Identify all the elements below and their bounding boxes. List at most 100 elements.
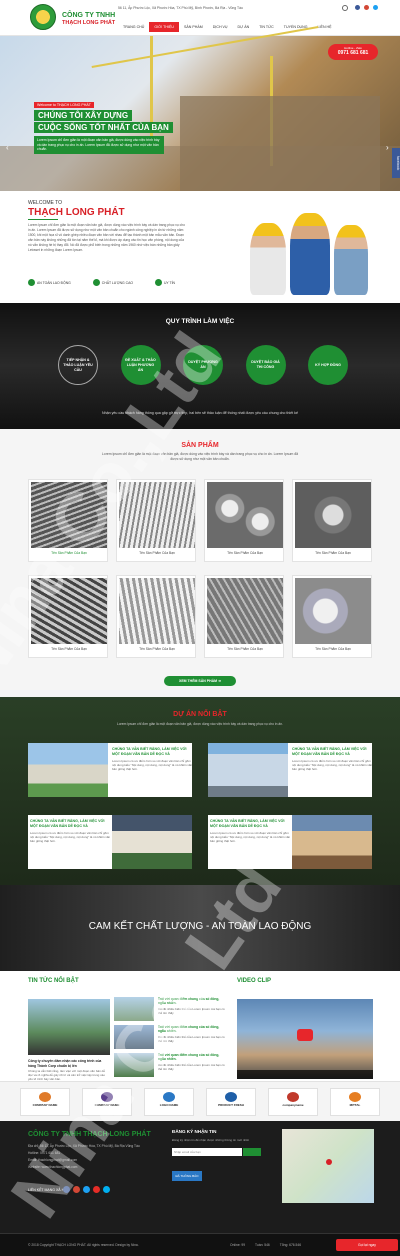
footer-socials [63, 1186, 110, 1193]
news-main-image[interactable] [28, 999, 110, 1055]
video-player[interactable] [237, 999, 373, 1079]
product-name[interactable]: Tên Sản Phẩm Của Bạn [117, 551, 197, 555]
process-step[interactable]: DUYỆT BÁO GIÁ THI CÔNG [245, 345, 286, 385]
nav-item-about[interactable]: GIỚI THIỆU [149, 22, 179, 32]
product-card[interactable]: Tên Sản Phẩm Của Bạn [28, 479, 108, 562]
product-image [295, 482, 371, 548]
facebook-tab[interactable]: facebook [392, 148, 400, 178]
footer-social-label: LIÊN KẾT MẠNG XÃ HỘI [28, 1188, 68, 1192]
news-main-desc: Chúng ta vẫn biết rằng, làm việc với một… [28, 1069, 106, 1081]
footer-website[interactable]: Website: www.thachlongphat.com [28, 1164, 168, 1171]
footer-map[interactable] [282, 1129, 374, 1203]
more-products-button[interactable]: XEM THÊM SẢN PHẨM ➜ [164, 676, 236, 686]
twitter-icon[interactable] [83, 1186, 90, 1193]
projects-title: DỰ ÁN NỔI BẬT [173, 711, 227, 718]
product-card[interactable]: Tên Sản Phẩm Của Bạn [28, 575, 108, 658]
twitter-icon[interactable] [373, 5, 378, 10]
product-name[interactable]: Tên Sản Phẩm Của Bạn [293, 647, 373, 651]
partner-logo[interactable]: companyname [268, 1088, 318, 1116]
facebook-icon[interactable] [63, 1186, 70, 1193]
product-name[interactable]: Tên Sản Phẩm Của Bạn [29, 647, 109, 651]
project-title[interactable]: CHÚNG TA VẪN BIẾT RẰNG, LÀM VIỆC VỚI MỘT… [292, 747, 374, 757]
page: CÔNG TY TNHH THẠCH LONG PHÁT 56 11, Ấp P… [0, 0, 400, 1256]
nav-item-news[interactable]: TIN TỨC [254, 22, 279, 32]
footer-email[interactable]: Email: thachlongphat@gmail.com [28, 1157, 168, 1164]
stat-online: Online: 99 [230, 1243, 246, 1247]
project-title[interactable]: CHÚNG TA VẪN BIẾT RẰNG, LÀM VIỆC VỚI MỘT… [112, 747, 194, 757]
copyright: © 2018 Copyright THẠCH LONG PHÁT. All ri… [28, 1243, 139, 1247]
product-card[interactable]: Tên Sản Phẩm Của Bạn [292, 479, 372, 562]
skype-icon[interactable] [103, 1186, 110, 1193]
process-step[interactable]: DUYỆT PHƯƠNG ÁN [183, 345, 223, 385]
feature-safety: AN TOÀN LAO ĐỘNG [28, 279, 71, 286]
project-card[interactable]: CHÚNG TA VẪN BIẾT RẰNG, LÀM VIỆC VỚI MỘT… [208, 743, 372, 797]
feature-trust: UY TÍN [154, 279, 175, 286]
news-main-title[interactable]: Công ty chuyên đảm nhận các công trình c… [28, 1059, 110, 1068]
partner-logo[interactable]: MITTAL [330, 1088, 380, 1116]
product-card[interactable]: Tên Sản Phẩm Của Bạn [204, 479, 284, 562]
worker-figure [334, 225, 368, 295]
facebook-icon[interactable] [355, 5, 360, 10]
news-item[interactable]: Trái với quan điểm chung của số đông, ng… [114, 1053, 229, 1079]
product-card[interactable]: Tên Sản Phẩm Của Bạn [292, 575, 372, 658]
product-name[interactable]: Tên Sản Phẩm Của Bạn [205, 647, 285, 651]
header-address: 56 11, Ấp Phước Lộc, Xã Phước Hòa, TX Ph… [118, 6, 243, 10]
product-name[interactable]: Tên Sản Phẩm Của Bạn [117, 647, 197, 651]
nav-item-projects[interactable]: DỰ ÁN [233, 22, 255, 32]
hotline-badge[interactable]: Hotline - Zalo 0971 681 681 [328, 44, 378, 60]
process-step[interactable]: TIẾP NHẬN & THẢO LUẬN YÊU CẦU [58, 345, 98, 385]
brand-line1: CÔNG TY TNHH [62, 12, 116, 19]
project-title[interactable]: CHÚNG TA VẪN BIẾT RẰNG, LÀM VIỆC VỚI MỘT… [30, 819, 112, 829]
news-item-title[interactable]: Trái với quan điểm chung của số đông, ng… [158, 997, 228, 1006]
google-plus-icon[interactable] [73, 1186, 80, 1193]
partner-name: COMPANY NAME [32, 1103, 58, 1107]
project-card[interactable]: CHÚNG TA VẪN BIẾT RẰNG, LÀM VIỆC VỚI MỘT… [208, 815, 372, 869]
header-socials [355, 5, 378, 10]
process-step[interactable]: KÝ HỢP ĐỒNG [308, 345, 348, 385]
partner-logo[interactable]: PRODUCT FRESH [206, 1088, 256, 1116]
project-card[interactable]: CHÚNG TA VẪN BIẾT RẰNG, LÀM VIỆC VỚI MỘT… [28, 743, 192, 797]
feature-label: CHẤT LƯỢNG CAO [101, 280, 133, 285]
subscribe-email-input[interactable]: Nhập email của bạn [172, 1148, 242, 1156]
product-name[interactable]: Tên Sản Phẩm Của Bạn [29, 551, 109, 555]
search-icon[interactable] [342, 5, 348, 11]
welcome-features: AN TOÀN LAO ĐỘNG CHẤT LƯỢNG CAO UY TÍN [28, 279, 175, 286]
news-item[interactable]: Trái với quan điểm chung của số đông, ng… [114, 1025, 229, 1051]
youtube-icon[interactable] [93, 1186, 100, 1193]
nav-item-products[interactable]: SẢN PHẨM [179, 22, 208, 32]
company-logo[interactable] [30, 4, 56, 30]
news-section: TIN TỨC NỔI BẬT VIDEO CLIP Công ty chuyê… [0, 971, 400, 1081]
news-item[interactable]: Trái với quan điểm chung của số đông, ng… [114, 997, 229, 1023]
news-item-title[interactable]: Trái với quan điểm chung của số đông, ng… [158, 1053, 228, 1062]
registered-badge: ĐÃ THÔNG BÁO [172, 1171, 202, 1181]
call-back-button[interactable]: Gọi lại ngay [336, 1239, 398, 1251]
news-item-title[interactable]: Trái với quan điểm chung của số đông, ng… [158, 1025, 228, 1034]
project-desc: Lorem Ipsum có ưu điểm hơn so với đoạn v… [112, 759, 193, 771]
slider-prev-icon[interactable]: ‹ [6, 144, 14, 152]
google-plus-icon[interactable] [364, 5, 369, 10]
product-card[interactable]: Tên Sản Phẩm Của Bạn [116, 479, 196, 562]
project-text: CHÚNG TA VẪN BIẾT RẰNG, LÀM VIỆC VỚI MỘT… [112, 747, 194, 771]
partner-logo[interactable]: COMPANY NAME [20, 1088, 70, 1116]
footer-hotline[interactable]: Hotline: 0971 681 681 [28, 1150, 168, 1157]
product-card[interactable]: Tên Sản Phẩm Của Bạn [204, 575, 284, 658]
subscribe-send-button[interactable] [243, 1148, 261, 1156]
product-name[interactable]: Tên Sản Phẩm Của Bạn [293, 551, 373, 555]
video-title: VIDEO CLIP [237, 978, 272, 984]
project-card[interactable]: CHÚNG TA VẪN BIẾT RẰNG, LÀM VIỆC VỚI MỘT… [28, 815, 192, 869]
nav-item-home[interactable]: TRANG CHỦ [118, 22, 149, 32]
video-controls[interactable] [237, 1070, 373, 1079]
play-icon[interactable] [297, 1029, 313, 1041]
product-name[interactable]: Tên Sản Phẩm Của Bạn [205, 551, 285, 555]
process-step[interactable]: ĐỀ XUẤT & THẢO LUẬN PHƯƠNG ÁN [120, 345, 161, 385]
partner-logo[interactable]: LOGO NAME [144, 1088, 194, 1116]
project-title[interactable]: CHÚNG TA VẪN BIẾT RẰNG, LÀM VIỆC VỚI MỘT… [210, 819, 292, 829]
footer-contact: Địa chỉ: 56 11, Ấp Phước Lộc, Xã Phước H… [28, 1143, 168, 1171]
partner-logo[interactable]: COMPANY NAME [82, 1088, 132, 1116]
nav-item-services[interactable]: DỊCH VỤ [208, 22, 233, 32]
commitment-banner: CAM KẾT CHẤT LƯỢNG - AN TOÀN LAO ĐỘNG [0, 885, 400, 971]
partner-name: PRODUCT FRESH [218, 1103, 244, 1107]
product-card[interactable]: Tên Sản Phẩm Của Bạn [116, 575, 196, 658]
helmet-icon [28, 279, 35, 286]
project-image [112, 815, 192, 869]
